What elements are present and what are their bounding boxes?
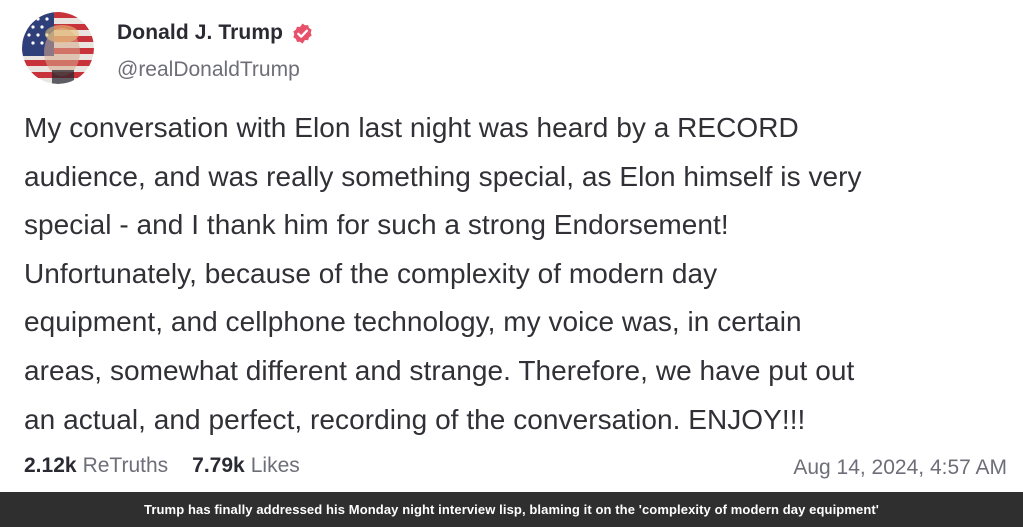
image-caption-bar: Trump has finally addressed his Monday n… bbox=[0, 492, 1023, 527]
author-handle[interactable]: @realDonaldTrump bbox=[117, 58, 300, 82]
post-body-line: equipment, and cellphone technology, my … bbox=[24, 306, 802, 338]
post-stats: 2.12k ReTruths 7.79k Likes bbox=[24, 454, 300, 484]
likes-label[interactable]: Likes bbox=[251, 454, 300, 478]
post-body-line: My conversation with Elon last night was… bbox=[24, 112, 799, 143]
retruths-label[interactable]: ReTruths bbox=[83, 454, 169, 478]
post-body-line: areas, somewhat different and strange. T… bbox=[24, 354, 855, 386]
author-name-row: Donald J. Trump bbox=[117, 18, 314, 48]
likes-count[interactable]: 7.79k bbox=[192, 454, 245, 478]
author-display-name[interactable]: Donald J. Trump bbox=[117, 21, 283, 45]
social-post-card: Donald J. Trump @realDonaldTrump My conv… bbox=[0, 0, 1023, 492]
post-body-line: special - and I thank him for such a str… bbox=[24, 209, 729, 241]
retruths-count[interactable]: 2.12k bbox=[24, 454, 77, 478]
post-timestamp[interactable]: Aug 14, 2024, 4:57 AM bbox=[793, 456, 1007, 480]
post-body-line: audience, and was really something speci… bbox=[24, 160, 862, 192]
image-caption: Trump has finally addressed his Monday n… bbox=[144, 502, 879, 517]
post-body-text: My conversation with Elon last night was… bbox=[24, 104, 1009, 444]
verified-badge-icon bbox=[291, 22, 314, 45]
post-body-line: Unfortunately, because of the complexity… bbox=[24, 257, 718, 289]
flag-portrait-avatar-icon bbox=[22, 12, 94, 84]
post-body-line: an actual, and perfect, recording of the… bbox=[24, 403, 806, 435]
author-avatar[interactable] bbox=[22, 12, 94, 84]
